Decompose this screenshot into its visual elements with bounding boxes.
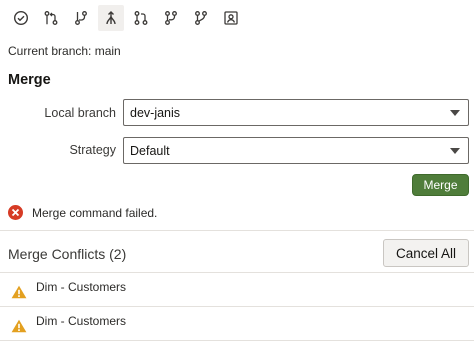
conflict-list-item[interactable]: Dim - Customers xyxy=(0,273,474,307)
check-circle-icon[interactable] xyxy=(8,5,34,31)
local-branch-label: Local branch xyxy=(44,106,116,120)
merge-conflicts-title: Merge Conflicts (2) xyxy=(8,246,127,262)
conflict-list-item[interactable]: Dim - Customers xyxy=(0,307,474,341)
cancel-all-button[interactable]: Cancel All xyxy=(383,239,469,267)
user-badge-icon[interactable] xyxy=(218,5,244,31)
strategy-label: Strategy xyxy=(69,143,116,157)
merge-section-title: Merge xyxy=(8,72,51,88)
error-message-row: Merge command failed. xyxy=(8,205,157,220)
branch-fork-icon[interactable] xyxy=(158,5,184,31)
git-toolbar xyxy=(0,0,474,36)
merge-icon[interactable] xyxy=(98,5,124,31)
chevron-down-icon xyxy=(450,148,460,154)
divider xyxy=(0,230,474,231)
pull-request-icon[interactable] xyxy=(128,5,154,31)
error-icon xyxy=(8,205,23,220)
local-branch-select[interactable]: dev-janis xyxy=(123,99,469,126)
local-branch-value: dev-janis xyxy=(130,105,181,120)
current-branch-status: Current branch: main xyxy=(8,44,121,58)
strategy-value: Default xyxy=(130,143,170,158)
branch-alt-icon[interactable] xyxy=(188,5,214,31)
merge-button[interactable]: Merge xyxy=(412,174,469,196)
warning-icon xyxy=(11,319,27,333)
branch-icon[interactable] xyxy=(68,5,94,31)
error-message: Merge command failed. xyxy=(32,205,158,220)
chevron-down-icon xyxy=(450,110,460,116)
warning-icon xyxy=(11,285,27,299)
strategy-select[interactable]: Default xyxy=(123,137,469,164)
conflict-label: Dim - Customers xyxy=(36,280,127,294)
divider xyxy=(0,340,474,341)
conflict-label: Dim - Customers xyxy=(36,314,127,328)
compare-branches-icon[interactable] xyxy=(38,5,64,31)
